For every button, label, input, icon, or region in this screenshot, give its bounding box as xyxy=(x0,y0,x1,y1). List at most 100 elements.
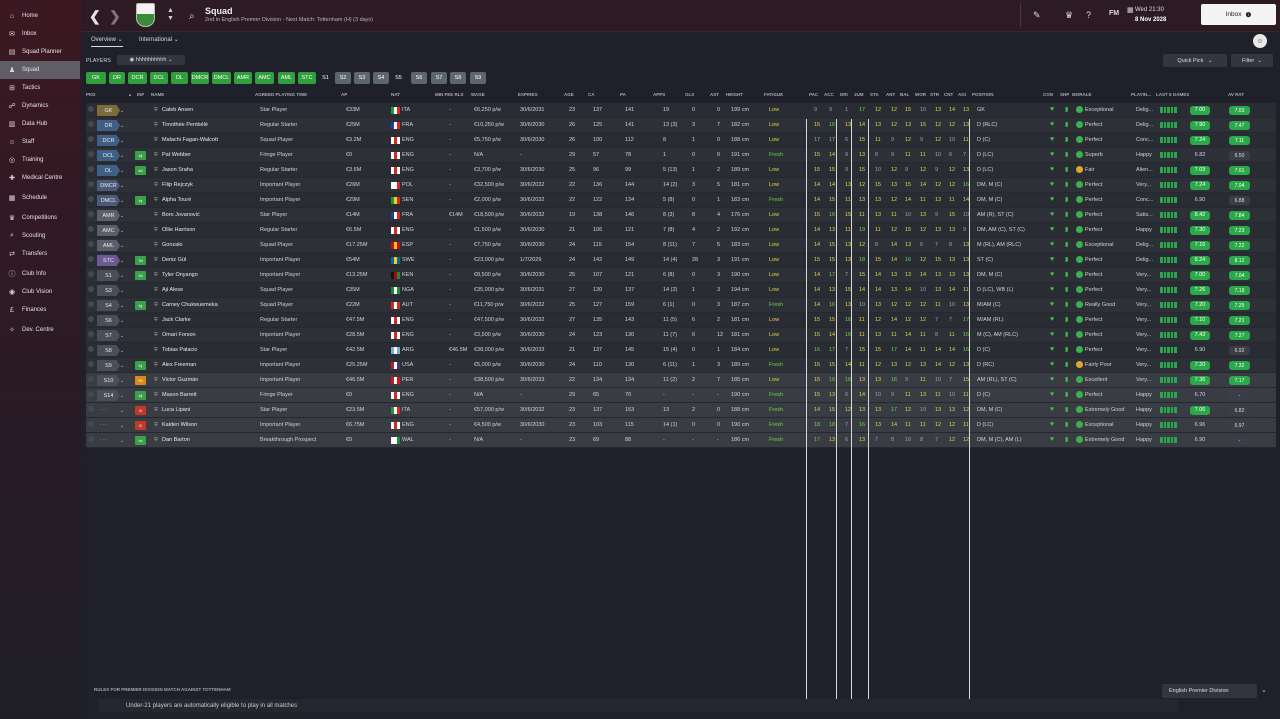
player-row[interactable]: S4 ⌄ Inj ⛨ Carney Chukwuemeka Squad Player €22… xyxy=(86,298,1276,313)
column-header-position[interactable]: POSITION xyxy=(972,92,994,97)
player-row[interactable]: DMCR ⌄ ⛨ Filip Rejczyk Important Player €26M -… xyxy=(86,178,1276,193)
pick-dot[interactable] xyxy=(88,166,94,172)
column-header-mfr[interactable]: MIN FEE RLS xyxy=(435,92,464,97)
sidebar-item-squad[interactable]: ♟ Squad xyxy=(0,61,80,79)
tab-overview[interactable]: Overview ⌄ xyxy=(91,36,123,47)
chip-dmcr[interactable]: DMCR xyxy=(191,72,209,84)
chip-dl[interactable]: DL xyxy=(171,72,188,84)
chip-s9[interactable]: S9 xyxy=(470,72,486,84)
position-selector[interactable]: DCR xyxy=(97,135,120,146)
pick-dot[interactable] xyxy=(88,286,94,292)
column-header-ant[interactable]: ANT xyxy=(886,92,895,97)
pick-dot[interactable] xyxy=(88,106,94,112)
column-header-pa[interactable]: PA xyxy=(620,92,626,97)
chevron-down-icon[interactable]: ⌄ xyxy=(120,240,129,251)
pick-dot[interactable] xyxy=(88,151,94,157)
chevron-down-icon[interactable]: ⌄ xyxy=(120,360,129,371)
column-header-wor[interactable]: WOR xyxy=(915,92,926,97)
position-selector[interactable]: S4 xyxy=(97,300,120,311)
position-selector[interactable]: S7 xyxy=(97,330,120,341)
filter-button[interactable]: Filter ⌄ xyxy=(1231,54,1273,67)
position-selector[interactable]: DL xyxy=(97,165,120,176)
forward-button[interactable]: ❯ xyxy=(109,8,121,25)
sidebar-item-home[interactable]: ⌂ Home xyxy=(0,7,80,25)
sort-ascending-icon[interactable]: ▲ xyxy=(128,92,132,97)
sidebar-item-finances[interactable]: £ Finances xyxy=(0,301,80,319)
column-header-expires[interactable]: EXPIRES xyxy=(518,92,538,97)
player-row[interactable]: GK ⌄ ⛨ Caleb Ansen Star Player €33M - €6,250 p/… xyxy=(86,103,1276,118)
player-row[interactable]: DR ⌄ ⛨ Timothée Pembélé Regular Starter €25M -… xyxy=(86,118,1276,133)
pick-dot[interactable] xyxy=(88,226,94,232)
column-header-apt[interactable]: AGREED PLAYING TIME xyxy=(255,92,307,97)
chevron-down-icon[interactable]: ⌄ xyxy=(120,375,129,386)
column-header-last5[interactable]: LAST 5 GAMES xyxy=(1156,92,1189,97)
pick-dot[interactable] xyxy=(88,406,94,412)
pick-dot[interactable] xyxy=(88,271,94,277)
pick-dot[interactable] xyxy=(88,241,94,247)
column-header-gls[interactable]: GLS xyxy=(685,92,694,97)
chevron-down-icon[interactable]: ⌄ xyxy=(120,120,129,131)
chip-gk[interactable]: GK xyxy=(86,72,106,84)
pick-dot[interactable] xyxy=(88,256,94,262)
column-header-cnt[interactable]: CNT xyxy=(944,92,953,97)
chevron-down-icon[interactable]: ⌄ xyxy=(120,150,129,161)
sidebar-item-inbox[interactable]: ✉ Inbox xyxy=(0,25,80,43)
column-header-wage[interactable]: WAGE xyxy=(471,92,485,97)
column-header-ap[interactable]: AP xyxy=(341,92,347,97)
sidebar-item-data-hub[interactable]: ▥ Data Hub xyxy=(0,115,80,133)
sidebar-item-schedule[interactable]: ▦ Schedule xyxy=(0,189,80,207)
column-header-ast[interactable]: AST xyxy=(710,92,719,97)
pick-dot[interactable] xyxy=(88,436,94,442)
pick-dot[interactable] xyxy=(88,346,94,352)
chevron-down-icon[interactable]: ⌄ xyxy=(120,165,129,176)
chevron-down-icon[interactable]: ⌄ xyxy=(120,330,129,341)
player-row[interactable]: STC ⌄ Tst ⛨ Deniz Gül Important Player €54M - €2… xyxy=(86,253,1276,268)
pick-dot[interactable] xyxy=(88,196,94,202)
chip-amc[interactable]: AMC xyxy=(255,72,274,84)
position-selector[interactable]: DR xyxy=(97,120,120,131)
sidebar-item-squad-planner[interactable]: ▤ Squad Planner xyxy=(0,43,80,61)
chip-dcr[interactable]: DCR xyxy=(128,72,147,84)
chevron-down-icon[interactable]: ⌄ xyxy=(120,195,129,206)
column-header-con[interactable]: CON xyxy=(1043,92,1053,97)
column-header-nat[interactable]: NAT xyxy=(391,92,400,97)
sidebar-item-training[interactable]: ◎ Training xyxy=(0,151,80,169)
chip-dr[interactable]: DR xyxy=(109,72,125,84)
chevron-down-icon[interactable]: ⌄ xyxy=(120,435,129,446)
chip-s5[interactable]: S5 xyxy=(392,72,405,84)
trophy-icon[interactable]: ♛ xyxy=(1065,10,1073,21)
player-row[interactable]: AMR ⌄ ⛨ Boro Jovanović Star Player €14M €14M €1… xyxy=(86,208,1276,223)
column-header-pkd[interactable]: PKD xyxy=(86,92,96,97)
chevron-down-icon[interactable]: ⌄ xyxy=(120,225,129,236)
chevron-down-icon[interactable]: ⌄ xyxy=(120,420,129,431)
club-switcher-icon[interactable]: ▲ ▼ xyxy=(167,7,174,23)
column-header-avrat[interactable]: AV RAT xyxy=(1228,92,1244,97)
chip-stc[interactable]: STC xyxy=(298,72,316,84)
player-row[interactable]: AMC ⌄ ⛨ Ollie Harrison Regular Starter €6.5M -… xyxy=(86,223,1276,238)
continue-inbox-button[interactable]: Inbox ❶ xyxy=(1201,4,1276,25)
position-selector[interactable]: S1 xyxy=(97,270,120,281)
sidebar-item-medical-centre[interactable]: ✚ Medical Centre xyxy=(0,169,80,187)
column-header-agi[interactable]: AGI xyxy=(958,92,966,97)
fm-logo[interactable]: FM xyxy=(1109,10,1119,17)
chip-s6[interactable]: S6 xyxy=(411,72,427,84)
sidebar-item-scouting[interactable]: ⌕ Scouting xyxy=(0,227,80,245)
unassigned-position[interactable]: · - · xyxy=(100,437,108,443)
position-selector[interactable]: GK xyxy=(97,105,120,116)
column-header-str[interactable]: STR xyxy=(930,92,939,97)
player-row[interactable]: DCR ⌄ ⛨ Malachi Fagan-Walcott Squad Player €3… xyxy=(86,133,1276,148)
column-header-ca[interactable]: CA xyxy=(588,92,595,97)
sidebar-item-transfers[interactable]: ⇄ Transfers xyxy=(0,245,80,263)
chevron-down-icon[interactable]: ⌄ xyxy=(120,255,129,266)
player-row[interactable]: S6 ⌄ ⛨ Jack Clarke Regular Starter €47.5M - €47… xyxy=(86,313,1276,328)
chip-s8[interactable]: S8 xyxy=(450,72,466,84)
position-selector[interactable]: STC xyxy=(97,255,120,266)
pick-dot[interactable] xyxy=(88,316,94,322)
chip-s2[interactable]: S2 xyxy=(335,72,351,84)
column-header-age[interactable]: AGE xyxy=(564,92,574,97)
help-icon[interactable]: ? xyxy=(1086,10,1091,20)
column-header-pac[interactable]: PAC xyxy=(809,92,818,97)
chip-dmcl[interactable]: DMCL xyxy=(212,72,231,84)
player-row[interactable]: DCL ⌄ Inj ⛨ Pat Webber Fringe Player €0 - N/A - 29… xyxy=(86,148,1276,163)
sidebar-item-competitions[interactable]: ♛ Competitions xyxy=(0,209,80,227)
